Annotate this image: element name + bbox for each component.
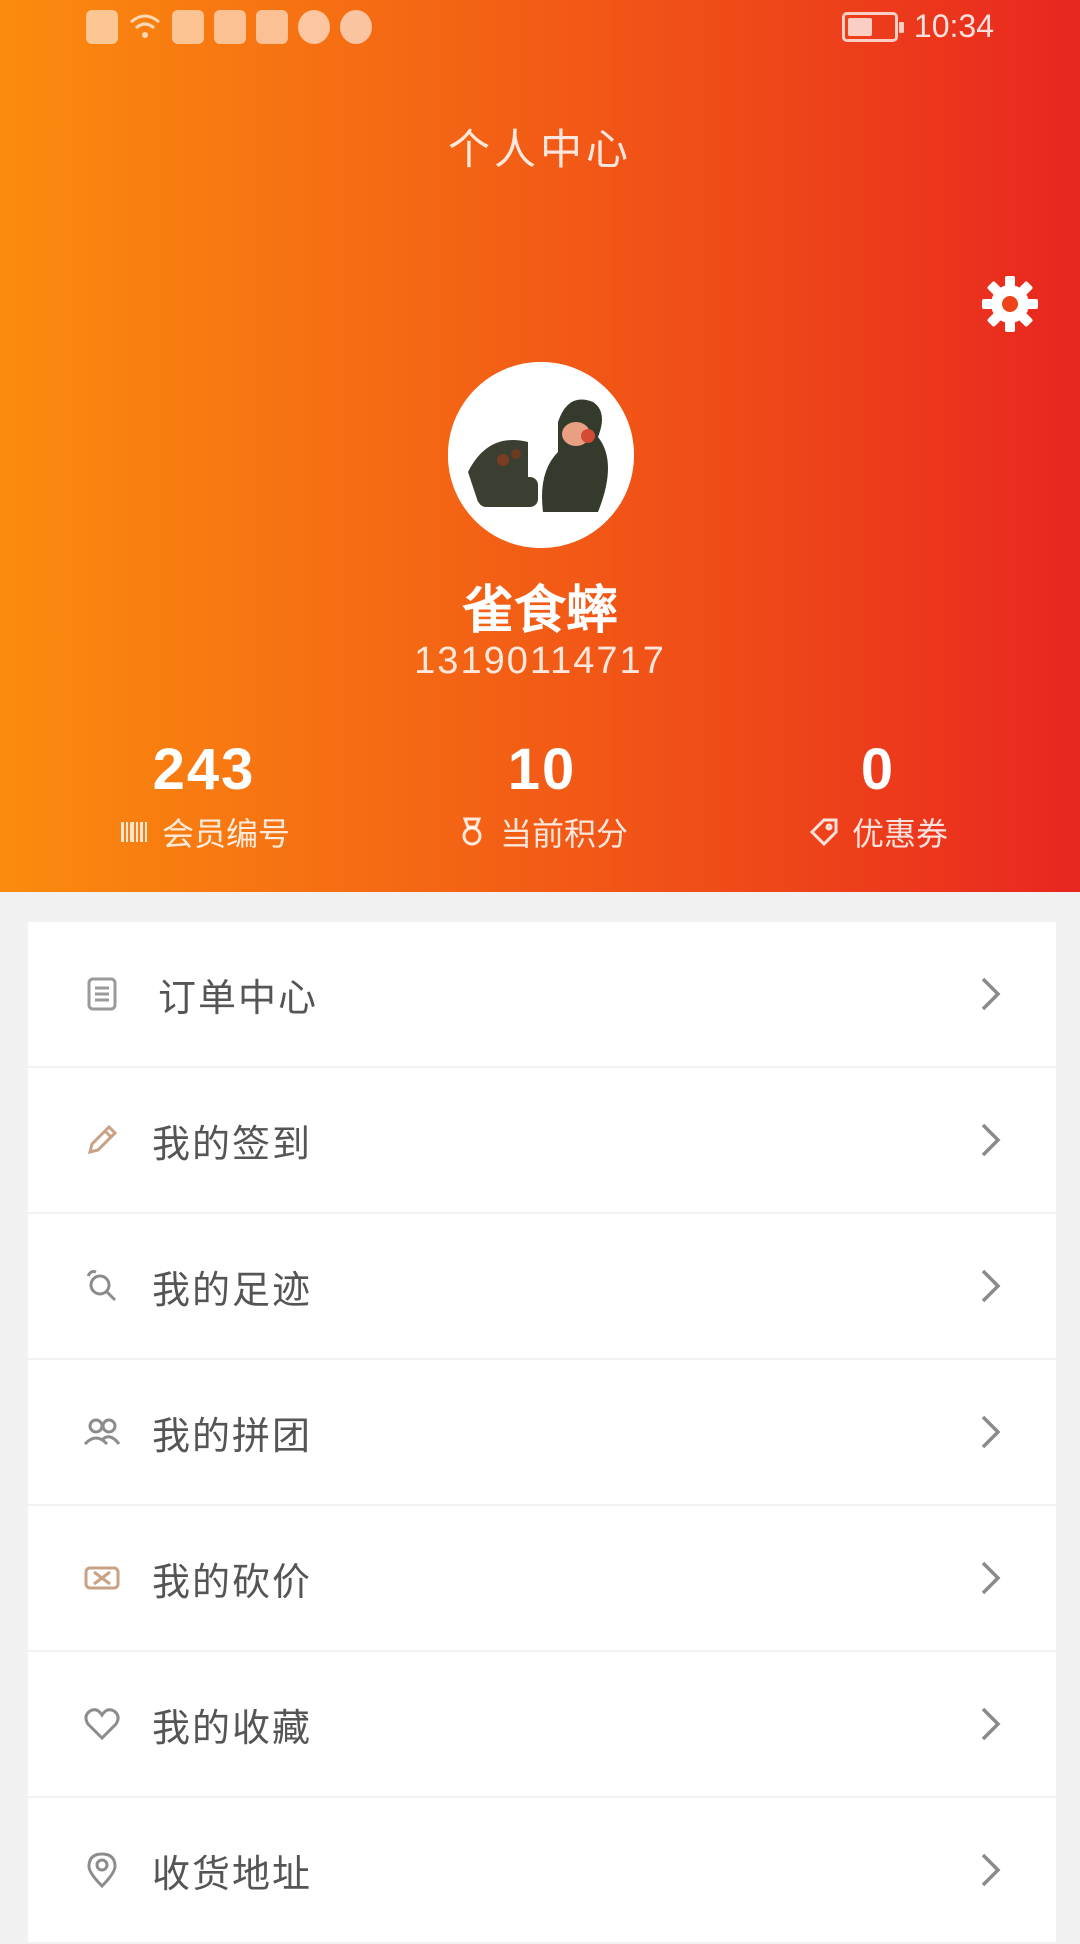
menu-item-favorites[interactable]: 我的收藏 — [28, 1652, 1056, 1796]
eye-icon — [298, 10, 330, 44]
app-icon — [214, 10, 246, 44]
chevron-right-icon — [981, 1269, 1001, 1303]
page-title: 个人中心 — [447, 125, 632, 174]
menu-list: 订单中心 我的签到 我的足迹 我的拼团 我的砍价 我的收藏 收货地址 — [28, 922, 1056, 1944]
medal-icon — [462, 817, 482, 846]
profile-header: 10:34 个人中心 雀食蟀 13190114717 243 会员编号 10 当… — [0, 0, 1080, 892]
chevron-right-icon — [981, 1707, 1001, 1741]
menu-item-label: 我的拼团 — [152, 1413, 313, 1458]
stat-label: 当前积分 — [499, 815, 628, 853]
battery-icon — [841, 11, 904, 42]
heart-icon — [84, 1708, 120, 1741]
menu-item-checkin[interactable]: 我的签到 — [28, 1068, 1056, 1212]
barcode-icon — [120, 822, 147, 842]
avatar-image — [448, 362, 634, 548]
menu-item-label: 我的签到 — [152, 1121, 313, 1166]
chevron-right-icon — [981, 1415, 1001, 1449]
stat-value: 243 — [152, 737, 256, 802]
stat-label: 优惠券 — [851, 815, 948, 853]
shield-icon — [172, 10, 204, 44]
menu-item-footprints[interactable]: 我的足迹 — [28, 1214, 1056, 1358]
wifi-icon — [130, 14, 160, 38]
gear-icon[interactable] — [978, 272, 1042, 336]
chevron-right-icon — [981, 1853, 1001, 1887]
user-phone: 13190114717 — [414, 640, 666, 682]
status-bar-notification-icons — [86, 10, 372, 44]
menu-item-label: 订单中心 — [158, 975, 319, 1020]
sim-icon — [86, 10, 118, 44]
menu-item-orders[interactable]: 订单中心 — [28, 922, 1056, 1066]
stat-label: 会员编号 — [161, 815, 290, 853]
tag-icon — [809, 818, 838, 847]
location-pin-icon — [87, 1852, 117, 1889]
avatar[interactable] — [448, 362, 634, 548]
stat-coupons[interactable]: 0 优惠券 — [698, 736, 1058, 855]
footprint-icon — [86, 1270, 117, 1302]
status-bar: 10:34 — [0, 0, 1080, 60]
menu-item-label: 我的砍价 — [152, 1559, 313, 1604]
menu-item-bargain[interactable]: 我的砍价 — [28, 1506, 1056, 1650]
menu-item-label: 我的足迹 — [152, 1267, 313, 1312]
stat-value: 0 — [860, 737, 896, 802]
chevron-right-icon — [981, 1123, 1001, 1157]
menu-item-label: 我的收藏 — [152, 1705, 313, 1750]
battery-level — [847, 17, 873, 36]
order-list-icon — [87, 977, 117, 1011]
group-icon — [83, 1418, 121, 1446]
chevron-right-icon — [981, 1561, 1001, 1595]
menu-item-address[interactable]: 收货地址 — [28, 1798, 1056, 1942]
status-bar-time: 10:34 — [913, 8, 994, 44]
menu-item-label: 收货地址 — [152, 1851, 313, 1896]
eye-icon — [340, 10, 372, 44]
stat-member-number[interactable]: 243 会员编号 — [24, 736, 384, 855]
stat-points[interactable]: 10 当前积分 — [362, 736, 722, 855]
user-nickname: 雀食蟀 — [461, 581, 618, 641]
stat-value: 10 — [507, 737, 577, 802]
bargain-icon — [84, 1566, 120, 1590]
pencil-icon — [87, 1124, 118, 1155]
menu-item-group-buy[interactable]: 我的拼团 — [28, 1360, 1056, 1504]
chevron-right-icon — [981, 977, 1001, 1011]
app-icon — [256, 10, 288, 44]
